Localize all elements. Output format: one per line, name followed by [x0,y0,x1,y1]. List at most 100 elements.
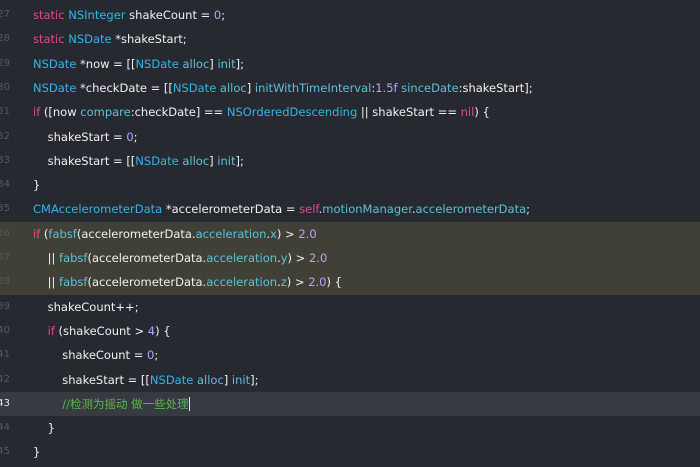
code-line[interactable]: 28 static NSDate *shakeStart; [0,27,700,51]
code-token: ; [526,202,531,217]
code-token: shakeCount = [33,348,147,363]
code-line[interactable]: 36 if (fabsf(accelerometerData.accelerati… [0,221,700,246]
line-number: 37 [0,252,10,263]
code-token: (shakeCount > [54,323,148,338]
line-number: 29 [0,57,10,69]
code-text: } [33,440,40,464]
line-number: 44 [0,422,10,434]
keyword-token: self [299,202,319,217]
type-token: NSDate [68,32,112,47]
code-token: || [33,251,60,265]
code-line[interactable]: 38 || fabsf(accelerometerData.accelerati… [0,270,700,295]
code-token: || shakeStart == [357,105,461,120]
code-token: shakeCount++; [33,299,139,314]
code-token: ]; [235,56,245,71]
code-token: } [33,178,41,193]
code-token: *accelerometerData = [162,202,300,217]
code-text: //检测为摇动 做一些处理 [33,392,190,416]
method-token: accelerometerData [415,202,527,217]
line-number: 35 [0,203,10,215]
code-line[interactable]: 30 NSDate *checkDate = [[NSDate alloc] in… [0,76,700,100]
code-token: *shakeStart; [111,32,187,47]
code-token: ) > [287,251,309,265]
line-number: 43 [0,397,10,409]
code-token: ([now [40,105,81,120]
number-token: 2.0 [298,226,317,241]
code-line[interactable]: 40 if (shakeCount > 4) { [0,319,700,343]
keyword-token: nil [460,105,475,120]
method-token: fabsf [48,226,77,241]
method-token: compare [80,105,131,120]
code-line[interactable]: 45} [0,440,700,464]
code-token: ]; [235,153,244,168]
code-token: *now = [[ [76,56,136,71]
method-token: fabsf [59,275,88,290]
code-line[interactable]: 43 //检测为摇动 做一些处理 [0,391,700,417]
line-number: 39 [0,300,10,312]
number-token: 4 [147,323,156,338]
code-line[interactable]: 37 || fabsf(accelerometerData.accelerati… [0,246,700,271]
code-token: shakeStart = [33,129,127,144]
comment-token: //检测为摇动 做一些处理 [62,396,189,411]
code-text: || fabsf(accelerometerData.acceleration.… [33,246,328,270]
line-number: 45 [0,446,10,458]
code-text: static NSDate *shakeStart; [33,27,187,51]
type-token: NSInteger [68,8,126,22]
code-token: ]; [250,372,259,387]
code-text: shakeStart = [[NSDate alloc] init]; [33,149,244,173]
method-token: init [217,56,236,71]
type-token: NSDate [135,153,179,168]
code-line[interactable]: 29 NSDate *now = [[NSDate alloc] init]; [0,52,700,76]
type-token: NSOrderedDescending [226,105,358,120]
line-number: 38 [0,276,10,288]
code-token: shakeStart = [[ [33,153,136,168]
code-line[interactable]: 42 shakeStart = [[NSDate alloc] init]; [0,368,700,392]
number-token: 1.5f [375,80,398,95]
number-token: 0 [126,129,134,144]
method-token: init [231,372,251,387]
code-text: shakeStart = [[NSDate alloc] init]; [33,368,259,392]
line-number: 33 [0,154,10,166]
code-token: ; [133,129,138,144]
code-line[interactable]: 35 CMAccelerometerData *accelerometerData… [0,197,700,221]
code-editor[interactable]: 27 static NSInteger shakeCount = 0; 28 stat… [0,0,700,467]
code-line[interactable]: 32 shakeStart = 0; [0,125,700,149]
code-text: NSDate *now = [[NSDate alloc] init]; [33,52,244,76]
line-number: 31 [0,106,10,118]
code-text: } [33,173,40,197]
type-token: NSDate [135,56,179,71]
code-line[interactable]: 31 if ([now compare:checkDate] == NSOrder… [0,100,700,124]
line-number: 42 [0,373,10,385]
code-line[interactable]: 41 shakeCount = 0; [0,343,700,367]
number-token: 2.0 [308,251,328,265]
method-token: initWithTimeInterval [254,80,372,95]
line-number: 36 [0,227,10,239]
code-text: NSDate *checkDate = [[NSDate alloc] init… [33,76,533,100]
method-token: motionManager [322,202,412,217]
code-line[interactable]: 27 static NSInteger shakeCount = 0; [0,3,700,27]
code-text: } [33,416,55,440]
line-number: 28 [0,33,10,45]
method-token: acceleration [206,275,278,290]
code-token: shakeCount = [125,8,214,22]
type-token: NSDate [33,56,77,71]
type-token: NSDate [33,80,77,95]
code-token: ] [223,372,232,387]
code-text: static NSInteger shakeCount = 0; [33,3,225,27]
method-token: x [270,226,277,241]
code-token: ) > [276,226,299,241]
code-line[interactable]: 34} [0,173,700,197]
code-line[interactable]: 33 shakeStart = [[NSDate alloc] init]; [0,149,700,173]
code-line[interactable]: 39 shakeCount++; [0,295,700,319]
keyword-token: static [33,8,65,22]
code-token: *checkDate = [[ [76,80,173,95]
code-text: if (shakeCount > 4) { [33,319,171,343]
code-line[interactable]: 44 } [0,416,700,440]
code-token: :checkDate] == [130,105,227,120]
number-token: 2.0 [308,275,327,290]
text-caret [188,396,190,411]
code-token: ) { [155,323,171,338]
code-token: ] [246,80,255,95]
